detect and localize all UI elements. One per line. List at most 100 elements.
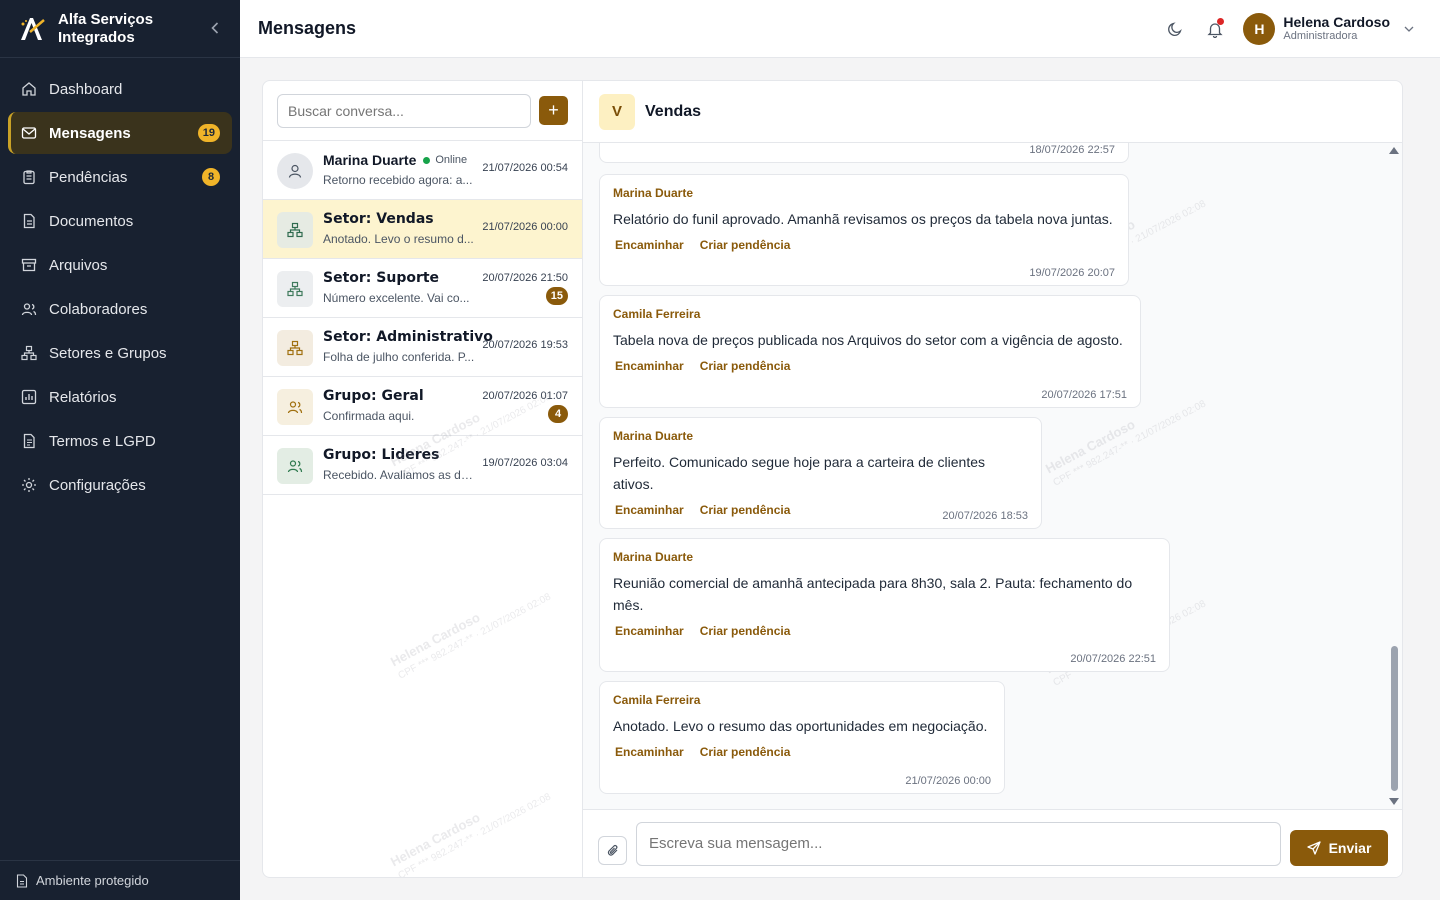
message-bubble: Camila Ferreira Tabela nova de preços pu… [599, 295, 1141, 408]
message-time: 18/07/2026 22:57 [1029, 144, 1115, 156]
create-task-button[interactable]: Criar pendência [700, 745, 791, 759]
conversation-time: 20/07/2026 21:50 [482, 272, 568, 284]
sidebar-item-label: Setores e Grupos [49, 344, 167, 362]
users-icon [277, 448, 313, 484]
forward-button[interactable]: Encaminhar [615, 238, 684, 252]
watermark-name: Helena Cardoso [388, 609, 483, 670]
message-bubble-partial: 18/07/2026 22:57 [599, 143, 1129, 163]
conversation-name: Setor: Administrativo [323, 329, 493, 345]
scrollbar-thumb[interactable] [1391, 646, 1398, 791]
chart-icon [21, 389, 37, 405]
sidebar-item-setores[interactable]: Setores e Grupos [8, 332, 232, 374]
scrollbar[interactable] [1389, 143, 1402, 809]
create-task-button[interactable]: Criar pendência [700, 238, 791, 252]
sidebar-item-arquivos[interactable]: Arquivos [8, 244, 232, 286]
sidebar: Alfa Serviços Integrados Dashboard Mensa… [0, 0, 240, 900]
forward-button[interactable]: Encaminhar [615, 745, 684, 759]
message-actions: Encaminhar Criar pendência [613, 359, 1127, 373]
online-status-dot [423, 156, 431, 164]
create-task-button[interactable]: Criar pendência [700, 624, 791, 638]
conversation-item-geral[interactable]: Grupo: Geral Confirmada aqui. 20/07/2026… [263, 377, 582, 436]
sidebar-item-colaboradores[interactable]: Colaboradores [8, 288, 232, 330]
sidebar-item-documentos[interactable]: Documentos [8, 200, 232, 242]
archive-icon [21, 257, 37, 273]
clipboard-icon [21, 169, 37, 185]
mail-icon [21, 125, 37, 141]
top-actions: H Helena Cardoso Administradora [1163, 0, 1440, 58]
conversation-item-suporte[interactable]: Setor: Suporte Número excelente. Vai co.… [263, 259, 582, 318]
chat-panel: V Vendas Helena CardosoCPF *** 982.247-*… [583, 81, 1402, 877]
org-icon [277, 330, 313, 366]
conversation-name: Setor: Suporte [323, 270, 440, 286]
message-author: Marina Duarte [613, 429, 694, 443]
sidebar-item-label: Relatórios [49, 388, 117, 406]
conversation-preview: Anotado. Levo o resumo d... [323, 232, 474, 246]
user-role: Administradora [1283, 30, 1358, 42]
notifications-bell-icon[interactable] [1203, 17, 1227, 41]
sidebar-item-pendencias[interactable]: Pendências 8 [8, 156, 232, 198]
conversation-item-administrativo[interactable]: Setor: Administrativo Folha de julho con… [263, 318, 582, 377]
scroll-down-arrow-icon[interactable] [1389, 798, 1399, 805]
message-time: 20/07/2026 22:51 [1070, 653, 1156, 665]
forward-button[interactable]: Encaminhar [615, 359, 684, 373]
person-icon [277, 153, 313, 189]
sidebar-item-configuracoes[interactable]: Configurações [8, 464, 232, 506]
unread-badge: 15 [545, 287, 568, 305]
conversation-preview: Recebido. Avaliamos as du... [323, 468, 475, 482]
document-icon [21, 213, 37, 229]
sidebar-item-dashboard[interactable]: Dashboard [8, 68, 232, 110]
pending-badge: 8 [202, 168, 220, 186]
user-menu[interactable]: H Helena Cardoso Administradora [1243, 13, 1414, 45]
top-bar: Mensagens H Helena Cardoso Administrador… [240, 0, 1440, 58]
search-input[interactable] [277, 93, 531, 128]
message-composer: Enviar [583, 809, 1402, 877]
watermark-id: CPF *** 982.247-** · 21/07/2026 02:08 [1051, 398, 1208, 489]
sidebar-item-mensagens[interactable]: Mensagens 19 [8, 112, 232, 154]
conversation-item-lideres[interactable]: Grupo: Lideres Recebido. Avaliamos as du… [263, 436, 582, 495]
send-icon [1306, 841, 1321, 855]
attach-paperclip-icon[interactable] [598, 836, 627, 865]
conversation-preview: Folha de julho conferida. P... [323, 350, 475, 364]
brand-name: Alfa Serviços Integrados [58, 10, 154, 46]
watermark-id: CPF *** 982.247-** · 21/07/2026 02:08 [396, 591, 553, 682]
avatar: H [1243, 13, 1276, 45]
message-input[interactable] [636, 822, 1281, 866]
conversation-preview: Número excelente. Vai co... [323, 291, 470, 305]
send-label: Enviar [1328, 840, 1372, 856]
conversation-item-marina[interactable]: Marina Duarte Online Retorno recebido ag… [263, 141, 582, 200]
sidebar-item-termos[interactable]: Termos e LGPD [8, 420, 232, 462]
secure-environment-label: Ambiente protegido [36, 873, 149, 888]
send-button[interactable]: Enviar [1290, 830, 1388, 866]
online-status: Online [435, 154, 468, 166]
sidebar-nav: Dashboard Mensagens 19 Pendências 8 Docu… [0, 58, 240, 506]
unread-badge: 19 [197, 124, 220, 142]
watermark: Helena CardosoCPF *** 982.247-** · 21/07… [388, 576, 554, 685]
collapse-sidebar-icon[interactable] [208, 20, 222, 36]
message-text: Reunião comercial de amanhã antecipada p… [613, 575, 1133, 613]
message-actions: Encaminhar Criar pendência [613, 745, 991, 759]
forward-button[interactable]: Encaminhar [615, 503, 684, 517]
forward-button[interactable]: Encaminhar [615, 624, 684, 638]
create-task-button[interactable]: Criar pendência [700, 359, 791, 373]
unread-badge: 4 [548, 405, 568, 423]
message-time: 21/07/2026 00:00 [905, 775, 991, 787]
scroll-up-arrow-icon[interactable] [1389, 147, 1399, 154]
message-actions: Encaminhar Criar pendência [613, 238, 1115, 252]
watermark-id: CPF *** 982.247-** · 21/07/2026 02:08 [396, 791, 553, 878]
conversation-item-vendas[interactable]: Setor: Vendas Anotado. Levo o resumo d..… [263, 200, 582, 259]
sidebar-item-label: Colaboradores [49, 300, 148, 318]
create-task-button[interactable]: Criar pendência [700, 503, 791, 517]
sidebar-item-label: Arquivos [49, 256, 108, 274]
conversation-time: 20/07/2026 19:53 [482, 339, 568, 351]
new-conversation-button[interactable]: + [539, 96, 568, 125]
message-text: Tabela nova de preços publicada nos Arqu… [613, 332, 1123, 348]
conversation-time: 19/07/2026 03:04 [482, 457, 568, 469]
search-row: + [263, 81, 582, 141]
watermark: Helena CardosoCPF *** 982.247-** · 21/07… [388, 776, 554, 878]
theme-toggle-moon-icon[interactable] [1163, 17, 1187, 41]
message-list[interactable]: Helena CardosoCPF *** 982.247-** · 21/07… [583, 143, 1402, 809]
sidebar-item-relatorios[interactable]: Relatórios [8, 376, 232, 418]
conversation-preview: Retorno recebido agora: a... [323, 173, 473, 187]
sidebar-item-label: Termos e LGPD [49, 432, 156, 450]
message-bubble: Camila Ferreira Anotado. Levo o resumo d… [599, 681, 1005, 794]
